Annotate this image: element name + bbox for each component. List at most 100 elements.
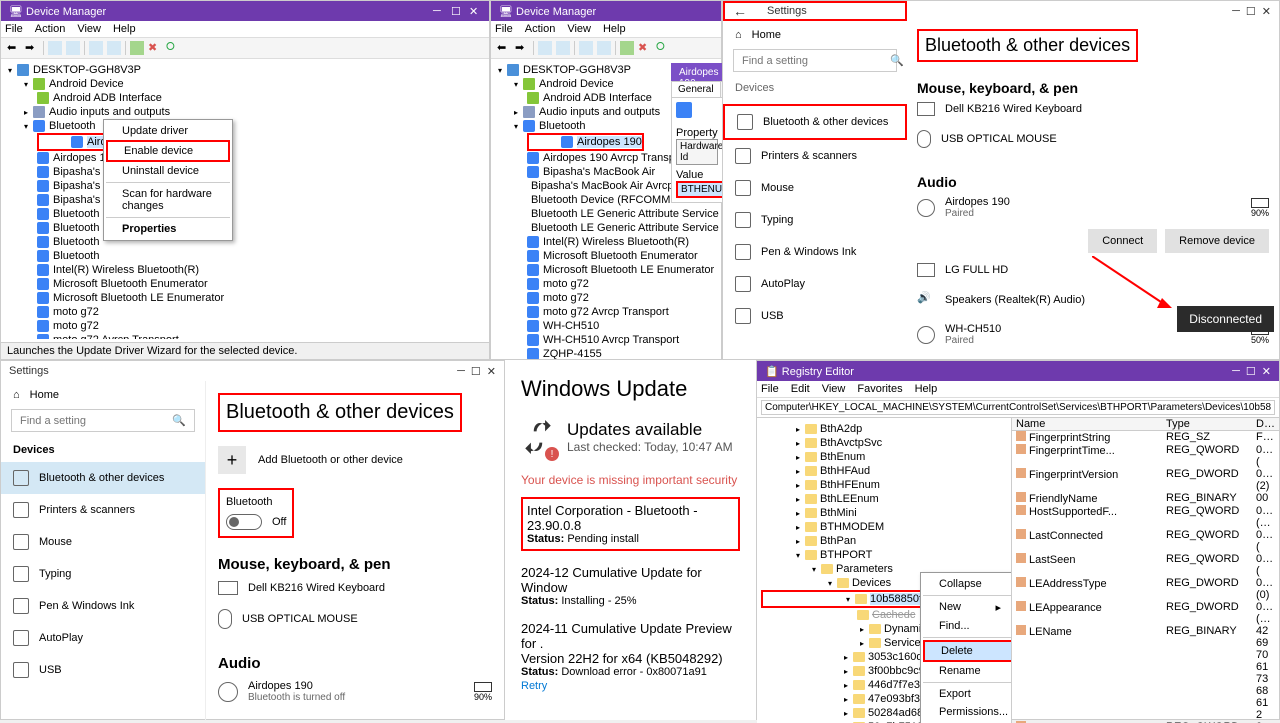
bluetooth-node[interactable]: Bluetooth [539,120,585,132]
mouse-item[interactable]: Mouse [723,172,907,204]
menu-edit[interactable]: Edit [791,383,810,395]
airdopes-name[interactable]: Airdopes 190 [248,680,464,692]
bt-item[interactable]: Bluetooth [53,208,99,220]
menu-view[interactable]: View [77,23,101,35]
menu-file[interactable]: File [5,23,23,35]
back-icon[interactable]: ⬅ [7,41,21,55]
typing-item[interactable]: Typing [1,558,205,590]
key-item[interactable]: BthHFEnum [820,479,880,491]
root-node[interactable]: DESKTOP-GGH8V3P [33,64,141,76]
maximize-button[interactable]: ☐ [1246,365,1256,378]
reg-value-row[interactable]: FingerprintVersionREG_DWORD0x00000002 (2… [1012,468,1279,492]
close-button[interactable]: ✕ [469,5,481,17]
printers-item[interactable]: Printers & scanners [1,494,205,526]
reg-value-row[interactable]: LEAddressTypeREG_DWORD0x00000000 (0) [1012,577,1279,601]
kb-name[interactable]: Dell KB216 Wired Keyboard [248,582,385,594]
menu-file[interactable]: File [761,383,779,395]
audio-node[interactable]: Audio inputs and outputs [49,106,170,118]
back-icon[interactable]: ← [733,3,747,19]
bt-item[interactable]: WH-CH510 [543,320,599,332]
key-bthport[interactable]: BTHPORT [820,549,872,561]
speakers-name[interactable]: Speakers (Realtek(R) Audio) [945,294,1085,306]
tb-icon[interactable]: ✖ [638,41,652,55]
tb-icon[interactable] [130,41,144,55]
minimize-button[interactable]: ─ [433,5,445,17]
menu-file[interactable]: File [495,23,513,35]
reg-value-row[interactable]: LEAppearanceREG_DWORD0x00000280 (640) [1012,601,1279,625]
tb-icon[interactable] [48,41,62,55]
bt-item[interactable]: Microsoft Bluetooth LE Enumerator [543,264,714,276]
android-node[interactable]: Android Device [49,78,124,90]
subkey[interactable]: 3f00bbc9c9 [868,665,925,677]
bt-item[interactable]: Bipasha's [53,180,100,192]
maximize-button[interactable]: ☐ [1246,5,1256,18]
connect-button[interactable]: Connect [1088,229,1157,253]
bt-item[interactable]: Airdopes 190 [577,136,642,148]
key-item[interactable]: BTHMODEM [820,521,884,533]
close-button[interactable]: ✕ [1262,5,1271,18]
ctx-collapse[interactable]: Collapse [923,575,1012,593]
tb-icon[interactable] [89,41,103,55]
usb-item[interactable]: USB [723,300,907,332]
tab-general[interactable]: General [672,82,721,97]
key-item[interactable]: BthLEEnum [820,493,879,505]
key-item[interactable]: BthAvctpSvc [820,437,882,449]
search-input[interactable] [742,55,884,67]
bt-devices-item[interactable]: Bluetooth & other devices [723,104,907,140]
close-button[interactable]: ✕ [487,365,496,378]
ctx-uninstall[interactable]: Uninstall device [106,162,230,180]
home-item[interactable]: ⌂Home [723,21,907,49]
menu-help[interactable]: Help [915,383,938,395]
menu-fav[interactable]: Favorites [857,383,902,395]
ctx-export[interactable]: Export [923,685,1012,703]
android-node[interactable]: Android Device [539,78,614,90]
tb-icon[interactable] [538,41,552,55]
menu-help[interactable]: Help [113,23,136,35]
bt-item[interactable]: Bluetooth [53,222,99,234]
home-item[interactable]: ⌂Home [1,381,205,409]
bt-item[interactable]: Microsoft Bluetooth Enumerator [543,250,698,262]
adb-node[interactable]: Android ADB Interface [53,92,162,104]
close-button[interactable]: ✕ [1262,365,1271,378]
add-button[interactable]: + [218,446,246,474]
maximize-button[interactable]: ☐ [451,5,463,17]
bt-item[interactable]: ZQHP-4155 [543,348,602,359]
menu-action[interactable]: Action [525,23,556,35]
bt-item[interactable]: Airdopes 190 Avrcp Transport [543,152,688,164]
menu-help[interactable]: Help [603,23,626,35]
bt-item[interactable]: Bipasha's [53,166,100,178]
reg-value-row[interactable]: FriendlyNameREG_BINARY00 [1012,492,1279,505]
bt-item[interactable]: moto g72 [53,320,99,332]
key-item[interactable]: BthMini [820,507,857,519]
bluetooth-node[interactable]: Bluetooth [49,120,95,132]
bt-item[interactable]: WH-CH510 Avrcp Transport [543,334,679,346]
bt-item[interactable]: Bluetooth [53,250,99,262]
pen-item[interactable]: Pen & Windows Ink [1,590,205,622]
col-data[interactable]: Data [1256,418,1275,430]
bt-item[interactable]: moto g72 Avrcp Transport [543,306,669,318]
airdopes-name[interactable]: Airdopes 190 [945,196,1241,208]
reg-value-row[interactable]: LastConnectedREG_QWORD0x1db35e6123e4272 … [1012,529,1279,553]
usb-item[interactable]: USB [1,654,205,686]
menu-action[interactable]: Action [35,23,66,35]
subkey[interactable]: Cachedc [872,609,915,621]
pen-item[interactable]: Pen & Windows Ink [723,236,907,268]
bt-devices-item[interactable]: Bluetooth & other devices [1,462,205,494]
bt-item[interactable]: moto g72 Avrcp Transport [53,334,179,339]
bt-item[interactable]: Microsoft Bluetooth Enumerator [53,278,208,290]
fwd-icon[interactable]: ➡ [515,41,529,55]
tb-icon[interactable] [556,41,570,55]
subkey[interactable]: 446d7f7e34 [868,679,926,691]
lg-name[interactable]: LG FULL HD [945,264,1008,276]
bt-item[interactable]: Bipasha's [53,194,100,206]
ctx-delete[interactable]: Delete [923,640,1012,662]
mouse-item[interactable]: Mouse [1,526,205,558]
ctx-find[interactable]: Find... [923,617,1012,635]
col-type[interactable]: Type [1166,418,1256,430]
ctx-perms[interactable]: Permissions... [923,703,1012,721]
bt-toggle[interactable] [226,514,262,530]
tb-icon[interactable]: ✖ [148,41,162,55]
ctx-props[interactable]: Properties [106,220,230,238]
retry-link[interactable]: Retry [521,680,740,692]
printers-item[interactable]: Printers & scanners [723,140,907,172]
